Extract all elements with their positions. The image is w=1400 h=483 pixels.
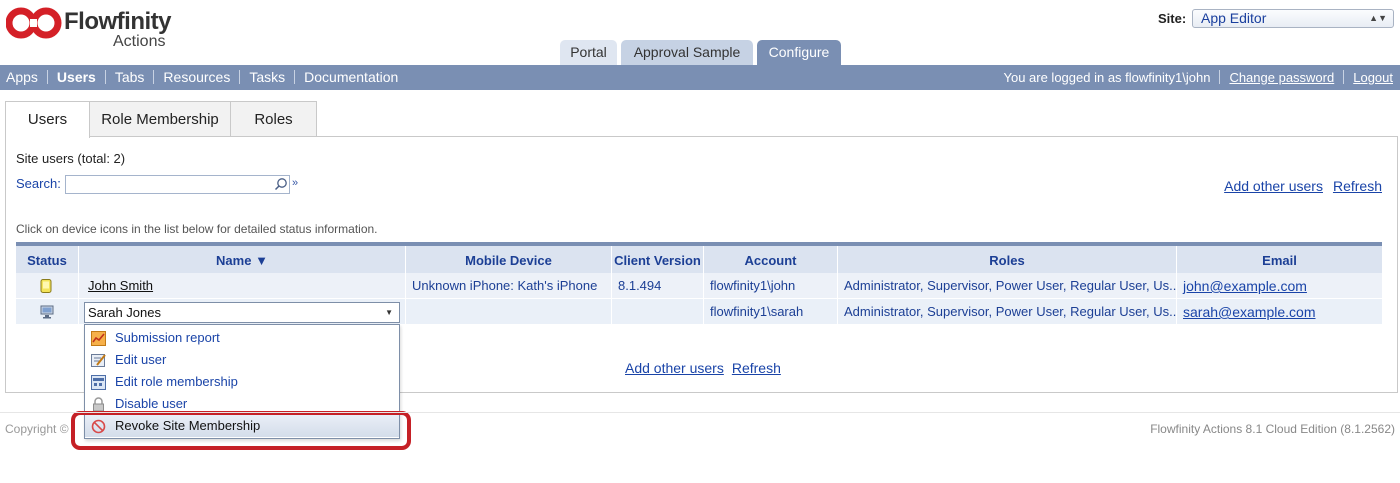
- device-icons-hint: Click on device icons in the list below …: [16, 222, 378, 236]
- edit-user-icon: [91, 354, 106, 367]
- subtab-users[interactable]: Users: [5, 101, 90, 138]
- logo-wordmark: Flowfinity: [64, 8, 171, 35]
- mobile-device-cell: Unknown iPhone: Kath's iPhone: [406, 273, 612, 299]
- column-status[interactable]: Status: [16, 246, 79, 273]
- nav-item-tabs[interactable]: Tabs: [115, 69, 145, 85]
- menu-item-label: Edit user: [115, 352, 167, 367]
- menu-item-edit-role-membership[interactable]: Edit role membership: [85, 371, 399, 393]
- copyright-text: Copyright ©: [5, 422, 69, 436]
- add-other-users-link-bottom[interactable]: Add other users: [625, 360, 724, 376]
- nav-divider: [1219, 70, 1221, 84]
- email-cell: sarah@example.com: [1177, 299, 1382, 325]
- user-actions-select[interactable]: Sarah Jones ▼: [84, 302, 400, 323]
- nav-divider: [104, 70, 106, 84]
- lock-icon: [93, 397, 104, 412]
- search-label: Search:: [16, 176, 61, 191]
- logged-in-text: You are logged in as flowfinity1\john: [1003, 70, 1211, 85]
- menu-item-revoke-site-membership[interactable]: Revoke Site Membership: [85, 415, 399, 437]
- nav-divider: [46, 70, 48, 84]
- submission-report-icon: [91, 331, 106, 346]
- nav-item-resources[interactable]: Resources: [163, 69, 230, 85]
- column-client-version[interactable]: Client Version: [612, 246, 704, 273]
- subtab-role-membership[interactable]: Role Membership: [89, 101, 231, 137]
- subtab-roles[interactable]: Roles: [230, 101, 317, 137]
- menu-item-label: Disable user: [115, 396, 188, 411]
- nav-item-apps[interactable]: Apps: [6, 69, 38, 85]
- main-nav-bar: Apps Users Tabs Resources Tasks Documentation…: [0, 65, 1400, 90]
- site-select-value: App Editor: [1201, 10, 1267, 26]
- version-text: Flowfinity Actions 8.1 Cloud Edition (8.…: [1150, 422, 1395, 436]
- refresh-link-bottom[interactable]: Refresh: [732, 360, 781, 376]
- menu-item-edit-user[interactable]: Edit user: [85, 349, 399, 371]
- column-name[interactable]: Name ▼: [79, 246, 406, 273]
- tab-configure[interactable]: Configure: [757, 40, 841, 65]
- email-link[interactable]: john@example.com: [1183, 278, 1307, 294]
- column-account[interactable]: Account: [704, 246, 838, 273]
- logo-mark-icon: [6, 7, 62, 39]
- phone-device-icon[interactable]: [40, 279, 52, 293]
- email-cell: john@example.com: [1177, 273, 1382, 299]
- nav-divider: [1343, 70, 1345, 84]
- nav-divider: [153, 70, 155, 84]
- footer-divider: [0, 412, 1400, 413]
- table-header: Status Name ▼ Mobile Device Client Versi…: [16, 242, 1382, 273]
- flowfinity-logo: Flowfinity Actions: [6, 4, 176, 52]
- menu-item-label: Revoke Site Membership: [115, 418, 261, 433]
- email-link[interactable]: sarah@example.com: [1183, 304, 1316, 320]
- column-roles[interactable]: Roles: [838, 246, 1177, 273]
- site-label: Site:: [1158, 11, 1187, 26]
- refresh-link[interactable]: Refresh: [1333, 178, 1382, 194]
- search-icon[interactable]: [274, 177, 288, 191]
- roles-cell: Administrator, Supervisor, Power User, R…: [838, 299, 1177, 325]
- desktop-device-icon[interactable]: [40, 305, 54, 319]
- edit-role-membership-icon: [91, 375, 106, 390]
- column-mobile-device[interactable]: Mobile Device: [406, 246, 612, 273]
- top-action-links: Add other users Refresh: [1214, 178, 1382, 194]
- nav-divider: [294, 70, 296, 84]
- user-name-link[interactable]: John Smith: [88, 278, 153, 293]
- prohibited-icon: [91, 419, 106, 434]
- user-actions-menu: Submission report Edit user Edit role me…: [84, 324, 400, 439]
- menu-item-label: Edit role membership: [115, 374, 238, 389]
- menu-item-label: Submission report: [115, 330, 220, 345]
- logo-subtitle: Actions: [113, 33, 166, 50]
- search-input[interactable]: [65, 175, 290, 194]
- bottom-action-links: Add other users Refresh: [625, 360, 789, 376]
- user-actions-selected: Sarah Jones: [88, 305, 161, 320]
- account-cell: flowfinity1\sarah: [704, 299, 838, 325]
- client-version-cell: 8.1.494: [612, 273, 704, 299]
- select-arrows-icon: ▲▼: [1369, 13, 1387, 23]
- nav-divider: [239, 70, 241, 84]
- chevron-down-icon: ▼: [385, 308, 393, 317]
- expand-search-icon[interactable]: »: [292, 177, 302, 189]
- nav-item-tasks[interactable]: Tasks: [249, 69, 285, 85]
- tab-approval-sample[interactable]: Approval Sample: [621, 40, 753, 65]
- client-version-cell: [612, 299, 704, 325]
- tab-portal[interactable]: Portal: [560, 40, 617, 65]
- nav-item-users[interactable]: Users: [57, 69, 96, 85]
- column-email[interactable]: Email: [1177, 246, 1382, 273]
- mobile-device-cell: [406, 299, 612, 325]
- add-other-users-link[interactable]: Add other users: [1224, 178, 1323, 194]
- name-cell: John Smith: [79, 273, 406, 299]
- nav-item-documentation[interactable]: Documentation: [304, 69, 398, 85]
- roles-cell: Administrator, Supervisor, Power User, R…: [838, 273, 1177, 299]
- account-cell: flowfinity1\john: [704, 273, 838, 299]
- site-users-count: Site users (total: 2): [16, 151, 126, 166]
- table-row: John Smith Unknown iPhone: Kath's iPhone…: [16, 273, 1382, 299]
- status-cell: [16, 299, 79, 325]
- menu-item-submission-report[interactable]: Submission report: [85, 327, 399, 349]
- status-cell: [16, 273, 79, 299]
- logout-link[interactable]: Logout: [1353, 70, 1393, 85]
- change-password-link[interactable]: Change password: [1229, 70, 1334, 85]
- site-select[interactable]: App Editor ▲▼: [1192, 9, 1394, 28]
